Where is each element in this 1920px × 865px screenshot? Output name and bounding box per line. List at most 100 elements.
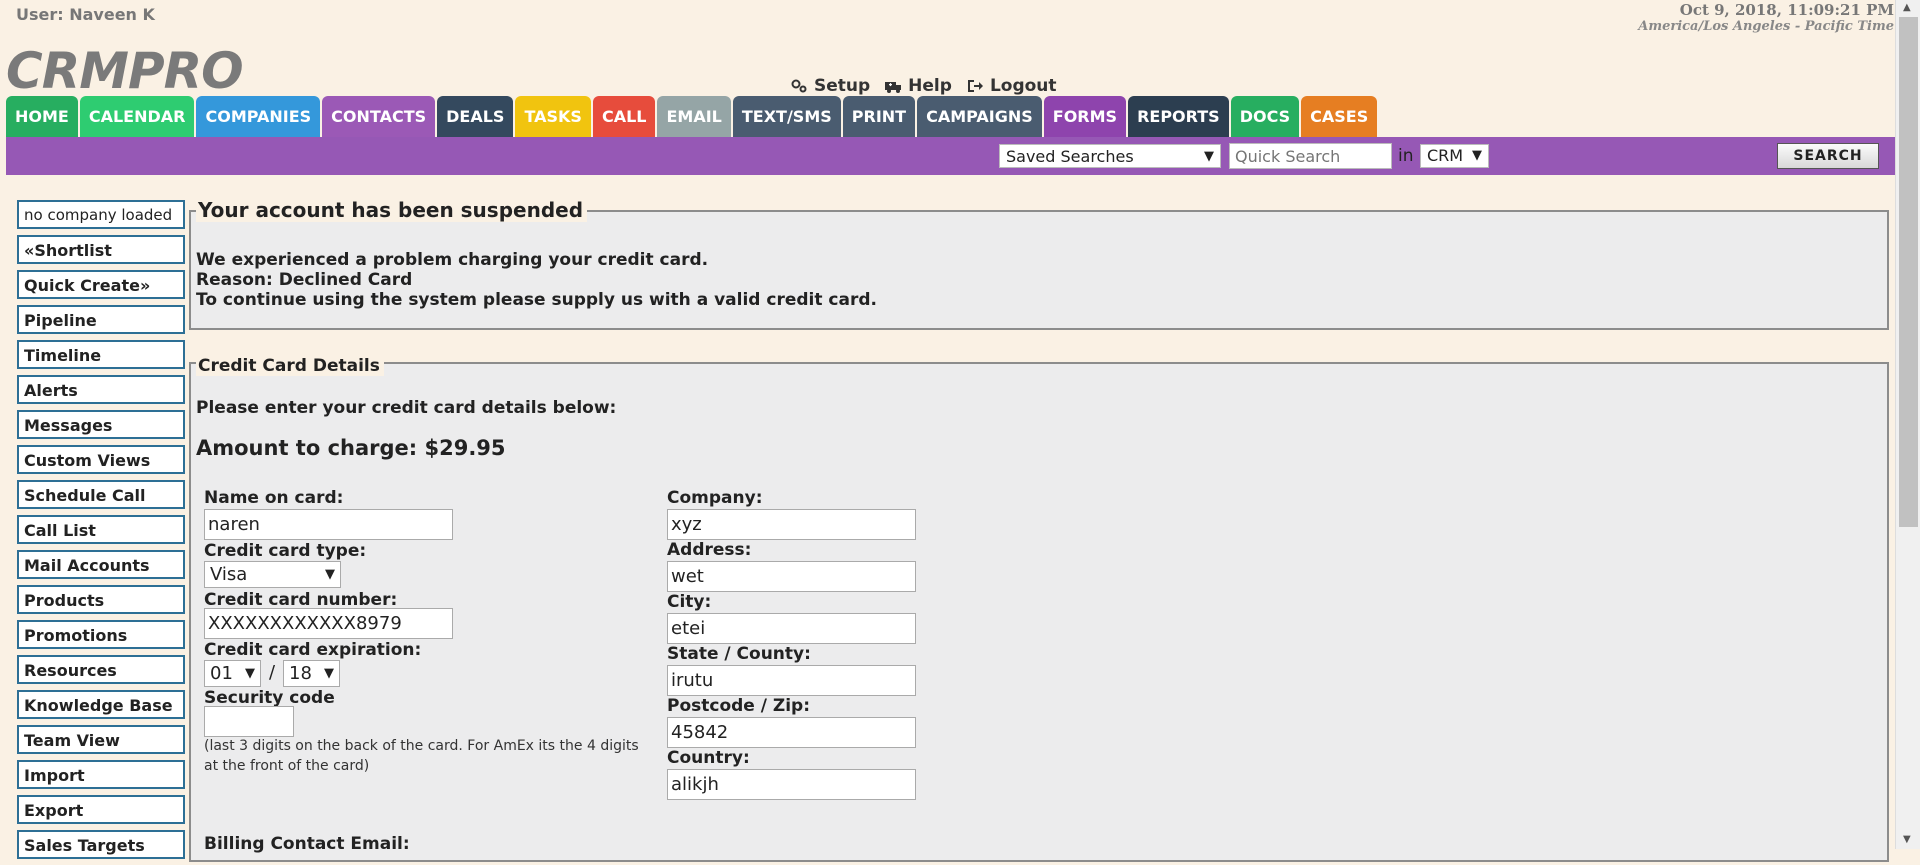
nav-tab-forms[interactable]: FORMS [1043, 96, 1127, 137]
company-label: Company: [667, 488, 763, 508]
in-label: in [1398, 146, 1414, 166]
sidebar-item-team-view[interactable]: Team View [17, 725, 185, 754]
card-type-select[interactable]: Visa ▼ [204, 561, 341, 588]
company-loaded-indicator[interactable]: no company loaded [17, 200, 185, 229]
main-nav: HOME CALENDAR COMPANIES CONTACTS DEALS TASKS C… [6, 96, 1378, 138]
chevron-down-icon: ▼ [324, 666, 334, 681]
chevron-down-icon: ▼ [245, 666, 255, 681]
nav-tab-calendar[interactable]: CALENDAR [79, 96, 195, 137]
card-number-input[interactable]: XXXXXXXXXXXX8979 [204, 608, 453, 639]
nav-tab-print[interactable]: PRINT [842, 96, 916, 137]
suspended-line-1: We experienced a problem charging your c… [196, 250, 709, 270]
scroll-down-icon[interactable]: ▼ [1903, 834, 1911, 845]
nav-tab-tasks[interactable]: TASKS [515, 96, 591, 137]
user-name: User: Naveen K [16, 5, 155, 24]
nav-tab-call[interactable]: CALL [592, 96, 656, 137]
billing-email-label: Billing Contact Email: [204, 834, 410, 854]
nav-tab-contacts[interactable]: CONTACTS [322, 96, 436, 138]
search-scope-value: CRM [1427, 146, 1464, 165]
expiry-year-select[interactable]: 18 ▼ [283, 660, 340, 687]
suspended-line-3: To continue using the system please supp… [196, 290, 877, 310]
expiry-month-select[interactable]: 01 ▼ [204, 660, 261, 687]
logout-link[interactable]: Logout [966, 76, 1057, 96]
sidebar-item-products[interactable]: Products [17, 585, 185, 614]
credit-card-legend: Credit Card Details [196, 356, 384, 376]
search-bar [6, 137, 1895, 175]
sidebar-item-messages[interactable]: Messages [17, 410, 185, 439]
nav-tab-cases[interactable]: CASES [1301, 96, 1378, 137]
card-number-label: Credit card number: [204, 590, 398, 610]
nav-tab-home[interactable]: HOME [6, 96, 78, 137]
nav-tab-deals[interactable]: DEALS [437, 96, 514, 137]
amount-to-charge: Amount to charge: $29.95 [196, 436, 506, 460]
setup-label: Setup [814, 76, 871, 96]
search-button[interactable]: SEARCH [1777, 143, 1879, 169]
chevron-down-icon: ▼ [1204, 149, 1214, 164]
suspended-reason: Reason: Declined Card [196, 270, 413, 290]
help-label: Help [908, 76, 952, 96]
security-code-hint: (last 3 digits on the back of the card. … [204, 738, 639, 774]
suspended-message: We experienced a problem charging your c… [196, 250, 877, 310]
suspended-title: Your account has been suspended [196, 198, 588, 222]
sidebar-item-call-list[interactable]: Call List [17, 515, 185, 544]
sidebar-item-shortlist[interactable]: «Shortlist [17, 235, 185, 264]
sidebar-item-promotions[interactable]: Promotions [17, 620, 185, 649]
name-on-card-label: Name on card: [204, 488, 344, 508]
saved-searches-select[interactable]: Saved Searches ▼ [999, 144, 1221, 168]
company-input[interactable]: xyz [667, 509, 916, 540]
sign-out-icon [967, 80, 983, 92]
expiry-separator: / [269, 662, 276, 683]
sidebar-item-schedule-call[interactable]: Schedule Call [17, 480, 185, 509]
zip-input[interactable]: 45842 [667, 717, 916, 748]
security-code-label: Security code [204, 688, 335, 708]
nav-tab-docs[interactable]: DOCS [1230, 96, 1300, 137]
sidebar-item-pipeline[interactable]: Pipeline [17, 305, 185, 334]
expiry-year-value: 18 [289, 663, 312, 684]
setup-link[interactable]: Setup [790, 76, 870, 96]
sidebar-item-mail-accounts[interactable]: Mail Accounts [17, 550, 185, 579]
sidebar-item-timeline[interactable]: Timeline [17, 340, 185, 369]
sidebar-item-custom-views[interactable]: Custom Views [17, 445, 185, 474]
page-scrollbar[interactable]: ▲ ▼ [1895, 0, 1920, 849]
datetime-block: Oct 9, 2018, 11:09:21 PM America/Los Ang… [1638, 1, 1894, 34]
suspended-panel: Your account has been suspended We exper… [189, 198, 1889, 330]
address-input[interactable]: wet [667, 561, 916, 592]
help-link[interactable]: Help [884, 76, 952, 96]
card-type-value: Visa [210, 564, 248, 585]
sidebar-item-import[interactable]: Import [17, 760, 185, 789]
credit-card-panel: Credit Card Details Please enter your cr… [189, 356, 1889, 862]
timezone: America/Los Angeles - Pacific Time [1638, 19, 1894, 34]
saved-searches-value: Saved Searches [1006, 147, 1134, 166]
sidebar-item-resources[interactable]: Resources [17, 655, 185, 684]
sidebar-item-export[interactable]: Export [17, 795, 185, 824]
address-label: Address: [667, 540, 752, 560]
top-links: Setup Help Logout [790, 76, 1057, 96]
ambulance-icon [885, 82, 902, 93]
nav-tab-text-sms[interactable]: TEXT/SMS [732, 96, 841, 137]
scroll-up-icon[interactable]: ▲ [1903, 2, 1911, 13]
expiry-month-value: 01 [210, 663, 233, 684]
nav-tab-email[interactable]: EMAIL [657, 96, 731, 137]
name-on-card-input[interactable]: naren [204, 509, 453, 540]
search-scope-select[interactable]: CRM ▼ [1420, 144, 1489, 168]
current-date: Oct 9, 2018, 11:09:21 PM [1679, 1, 1894, 19]
security-code-input[interactable] [204, 706, 294, 737]
card-intro: Please enter your credit card details be… [196, 398, 617, 418]
sidebar-item-alerts[interactable]: Alerts [17, 375, 185, 404]
country-label: Country: [667, 748, 750, 768]
sidebar-item-knowledge-base[interactable]: Knowledge Base [17, 690, 185, 719]
chevron-down-icon: ▼ [1472, 148, 1482, 163]
sidebar-item-sales-targets[interactable]: Sales Targets [17, 830, 185, 859]
logout-label: Logout [989, 76, 1057, 96]
country-input[interactable]: alikjh [667, 769, 916, 800]
gears-icon [791, 79, 807, 93]
nav-tab-companies[interactable]: COMPANIES [196, 96, 321, 137]
sidebar-item-quick-create[interactable]: Quick Create» [17, 270, 185, 299]
state-input[interactable]: irutu [667, 665, 916, 696]
card-type-label: Credit card type: [204, 541, 367, 561]
scrollbar-thumb[interactable] [1899, 17, 1918, 527]
nav-tab-reports[interactable]: REPORTS [1128, 96, 1229, 137]
nav-tab-campaigns[interactable]: CAMPAIGNS [917, 96, 1042, 137]
city-input[interactable]: etei [667, 613, 916, 644]
quick-search-input[interactable] [1229, 143, 1392, 169]
